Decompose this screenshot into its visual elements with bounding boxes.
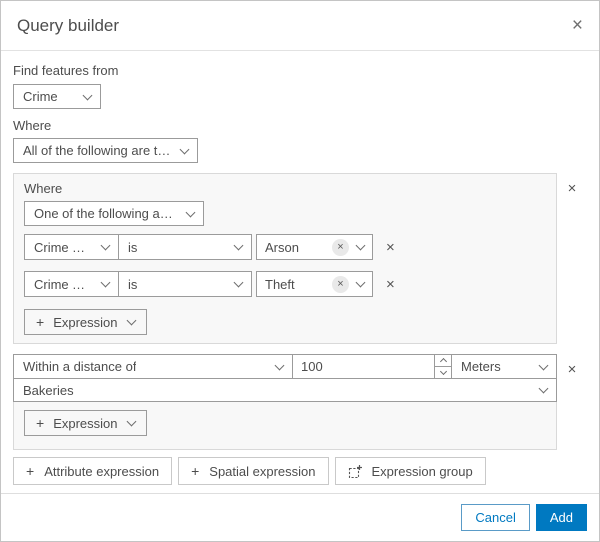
expression-group-label: Expression group — [371, 463, 473, 479]
clear-icon: × — [337, 241, 344, 253]
where-label: Where — [13, 118, 52, 133]
attribute-expression-button[interactable]: + Attribute expression — [13, 457, 173, 485]
field-select[interactable]: Crime Type — [24, 271, 119, 297]
expression-group-button[interactable]: Expression group — [334, 457, 486, 485]
expression-group-1-row: Where One of the following are tr... Cri… — [13, 173, 587, 344]
operator-select-value: is — [128, 239, 138, 255]
chevron-down-icon — [179, 144, 190, 154]
dialog-body: Find features from Crime Where All of th… — [1, 51, 599, 485]
chevron-down-icon — [126, 315, 136, 326]
chevron-down-icon — [126, 416, 136, 427]
plus-icon: + — [26, 463, 35, 479]
clear-value-button[interactable]: × — [332, 238, 349, 256]
plus-icon: + — [36, 314, 45, 330]
attribute-expression-label: Attribute expression — [44, 463, 160, 479]
distance-value-field[interactable] — [293, 355, 434, 378]
condition-row: Crime Type is Arson × × — [24, 234, 546, 260]
field-select-value: Crime Type — [34, 276, 92, 292]
find-features-label: Find features from — [13, 63, 119, 78]
field-select-value: Crime Type — [34, 239, 92, 255]
operator-select-value: is — [128, 276, 138, 292]
target-layer-value: Bakeries — [23, 382, 74, 398]
distance-stepper — [434, 355, 451, 378]
root-operator-select[interactable]: All of the following are true — [13, 138, 198, 163]
spatial-expression-label: Spatial expression — [209, 463, 316, 479]
remove-condition-button[interactable]: × — [386, 276, 395, 293]
chevron-down-icon — [233, 240, 244, 251]
dialog-header: Query builder × — [1, 1, 599, 51]
spatial-operator-select[interactable]: Within a distance of — [13, 354, 293, 379]
expression-group-icon — [348, 464, 363, 479]
value-combobox[interactable]: Theft × — [256, 271, 373, 297]
add-expression-button[interactable]: + Expression — [24, 309, 147, 335]
expression-group-1: Where One of the following are tr... Cri… — [13, 173, 557, 344]
target-layer-select[interactable]: Bakeries — [13, 378, 557, 402]
remove-group-button[interactable]: × — [557, 173, 587, 197]
chevron-down-icon — [355, 240, 366, 251]
spatial-operator-value: Within a distance of — [23, 359, 137, 374]
group-operator-value: One of the following are tr... — [34, 206, 177, 221]
group-operator-select[interactable]: One of the following are tr... — [24, 201, 204, 226]
chevron-down-icon — [82, 90, 93, 100]
chevron-down-icon — [538, 383, 549, 394]
chevron-down-icon — [439, 367, 447, 376]
chevron-down-icon — [274, 360, 285, 370]
add-button[interactable]: Add — [535, 504, 587, 531]
unit-select[interactable]: Meters — [451, 354, 557, 379]
root-operator-value: All of the following are true — [23, 143, 171, 158]
value-combobox[interactable]: Arson × — [256, 234, 373, 260]
add-expression-label: Expression — [53, 415, 118, 431]
layer-select-value: Crime — [23, 89, 58, 104]
plus-icon: + — [36, 415, 45, 431]
layer-select[interactable]: Crime — [13, 84, 101, 109]
expression-group-2-row: Within a distance of 100 Meters Bakeries… — [13, 354, 587, 450]
value-combobox-value: Theft — [265, 276, 295, 292]
spatial-expression-button[interactable]: + Spatial expression — [178, 457, 329, 485]
stepper-up-button[interactable] — [435, 355, 451, 367]
remove-condition-button[interactable]: × — [386, 239, 395, 256]
value-combobox-value: Arson — [265, 239, 299, 255]
close-icon[interactable]: × — [572, 16, 583, 35]
chevron-down-icon — [355, 277, 366, 288]
unit-select-value: Meters — [461, 359, 501, 374]
condition-row: Crime Type is Theft × × — [24, 271, 546, 297]
chevron-down-icon — [538, 360, 549, 370]
query-builder-dialog: Query builder × Find features from Crime… — [0, 0, 600, 542]
chevron-down-icon — [100, 240, 111, 251]
chevron-down-icon — [233, 277, 244, 288]
distance-input — [292, 354, 452, 379]
operator-select[interactable]: is — [118, 234, 252, 260]
cancel-button[interactable]: Cancel — [461, 504, 530, 531]
expression-actions: + Attribute expression + Spatial express… — [13, 457, 587, 485]
operator-select[interactable]: is — [118, 271, 252, 297]
clear-icon: × — [337, 278, 344, 290]
group-where-label: Where — [24, 181, 63, 196]
chevron-down-icon — [185, 207, 196, 217]
field-select[interactable]: Crime Type — [24, 234, 119, 260]
add-expression-label: Expression — [53, 314, 118, 330]
clear-value-button[interactable]: × — [332, 275, 349, 293]
add-expression-button[interactable]: + Expression — [24, 410, 147, 436]
expression-group-2: Within a distance of 100 Meters Bakeries… — [13, 354, 557, 450]
remove-group-button[interactable]: × — [557, 354, 587, 378]
chevron-down-icon — [100, 277, 111, 288]
dialog-footer: Cancel Add — [1, 493, 599, 541]
dialog-title: Query builder — [17, 15, 120, 35]
plus-icon: + — [191, 463, 200, 479]
stepper-down-button[interactable] — [435, 367, 451, 378]
chevron-up-icon — [439, 357, 447, 366]
